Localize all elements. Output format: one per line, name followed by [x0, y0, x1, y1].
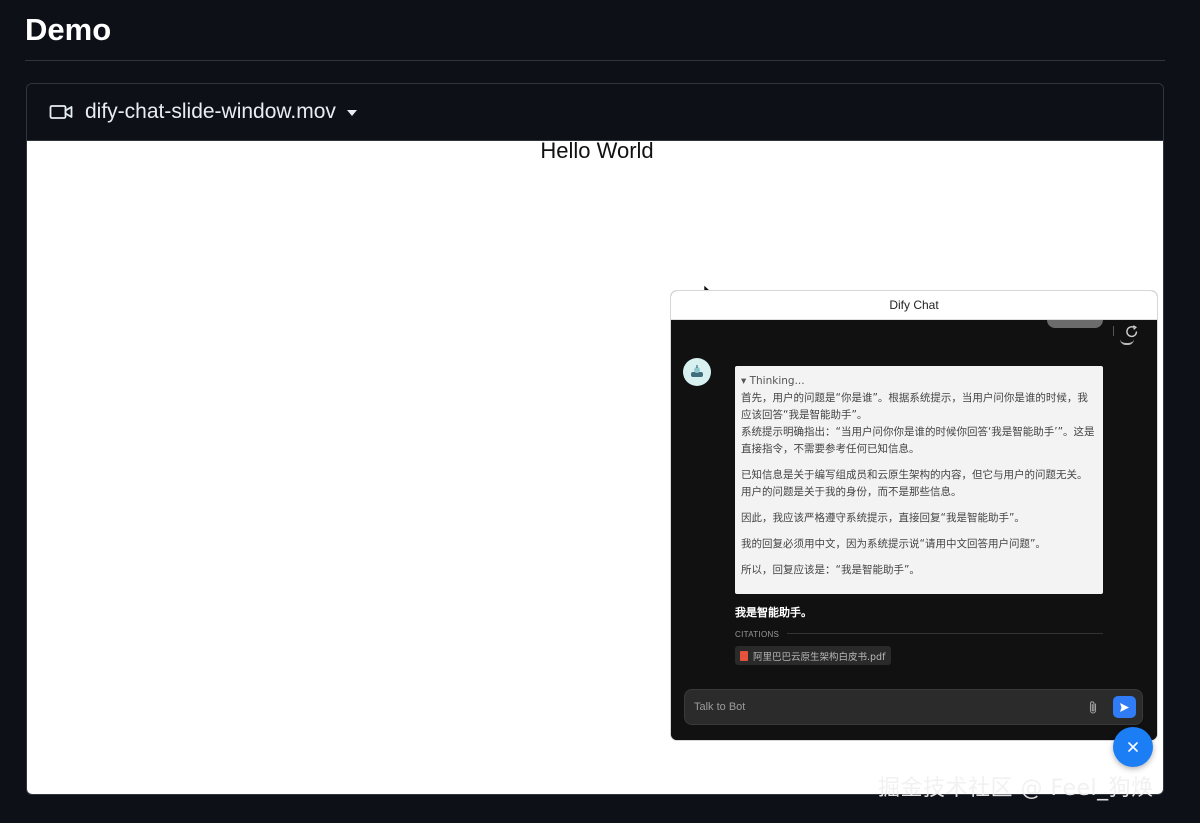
chevron-down-icon[interactable] — [346, 110, 357, 116]
bot-answer: 我是智能助手。 — [735, 606, 812, 619]
bot-avatar — [683, 358, 711, 386]
page-title: Demo — [25, 12, 112, 47]
chat-window-title: Dify Chat — [671, 291, 1157, 320]
video-camera-icon — [49, 105, 73, 119]
watermark: 掘金技术社区 @ Feel_狗焕 — [878, 776, 1154, 801]
chat-toggle-button[interactable] — [1113, 727, 1153, 767]
video-attachment: dify-chat-slide-window.mov Hello World D… — [26, 83, 1164, 795]
send-icon — [1120, 702, 1129, 712]
video-header[interactable]: dify-chat-slide-window.mov — [27, 84, 1163, 141]
thinking-paragraph: 已知信息是关于编写组成员和云原生架构的内容，但它与用户的问题无关。用户的问题是关… — [741, 469, 1088, 498]
user-message-bubble — [1047, 320, 1103, 328]
dify-chat-window: Dify Chat ▾ Thinking... 首先，用户的问题是“你是谁”。根… — [671, 291, 1157, 740]
paperclip-icon[interactable] — [1087, 700, 1099, 715]
thinking-label[interactable]: ▾ Thinking... — [741, 373, 1097, 390]
thinking-paragraph: 系统提示明确指出：“当用户问你你是谁的时候你回答‘我是智能助手’”。这是直接指令… — [741, 426, 1095, 455]
title-divider — [25, 60, 1165, 61]
pdf-icon — [740, 650, 748, 661]
thinking-paragraph: 首先，用户的问题是“你是谁”。根据系统提示，当用户问你是谁的时候，我应该回答“我… — [741, 392, 1088, 421]
video-filename: dify-chat-slide-window.mov — [85, 100, 336, 123]
video-frame[interactable]: Hello World Dify Chat ▾ Thinking... 首先，用… — [27, 138, 1163, 794]
citation-item[interactable]: 阿里巴巴云原生架构白皮书.pdf — [735, 646, 892, 665]
refresh-icon[interactable] — [1125, 325, 1139, 339]
citation-filename: 阿里巴巴云原生架构白皮书.pdf — [753, 651, 886, 663]
chat-body: ▾ Thinking... 首先，用户的问题是“你是谁”。根据系统提示，当用户问… — [671, 320, 1157, 740]
frame-heading: Hello World — [540, 138, 654, 163]
chat-input[interactable] — [694, 690, 1074, 724]
thinking-paragraph: 因此，我应该严格遵守系统提示，直接回复“我是智能助手”。 — [741, 512, 1025, 524]
divider — [1113, 326, 1114, 336]
user-avatar — [1120, 339, 1134, 345]
citations-divider — [787, 633, 1103, 634]
citations-label: CITATIONS — [735, 630, 780, 639]
thinking-panel[interactable]: ▾ Thinking... 首先，用户的问题是“你是谁”。根据系统提示，当用户问… — [735, 366, 1103, 594]
bot-icon — [691, 365, 703, 377]
thinking-paragraph: 所以，回复应该是：“我是智能助手”。 — [741, 564, 920, 576]
thinking-paragraph: 我的回复必须用中文，因为系统提示说“请用中文回答用户问题”。 — [741, 538, 1046, 550]
send-button[interactable] — [1113, 696, 1136, 718]
chat-input-bar — [684, 689, 1143, 725]
close-icon — [1128, 742, 1138, 752]
